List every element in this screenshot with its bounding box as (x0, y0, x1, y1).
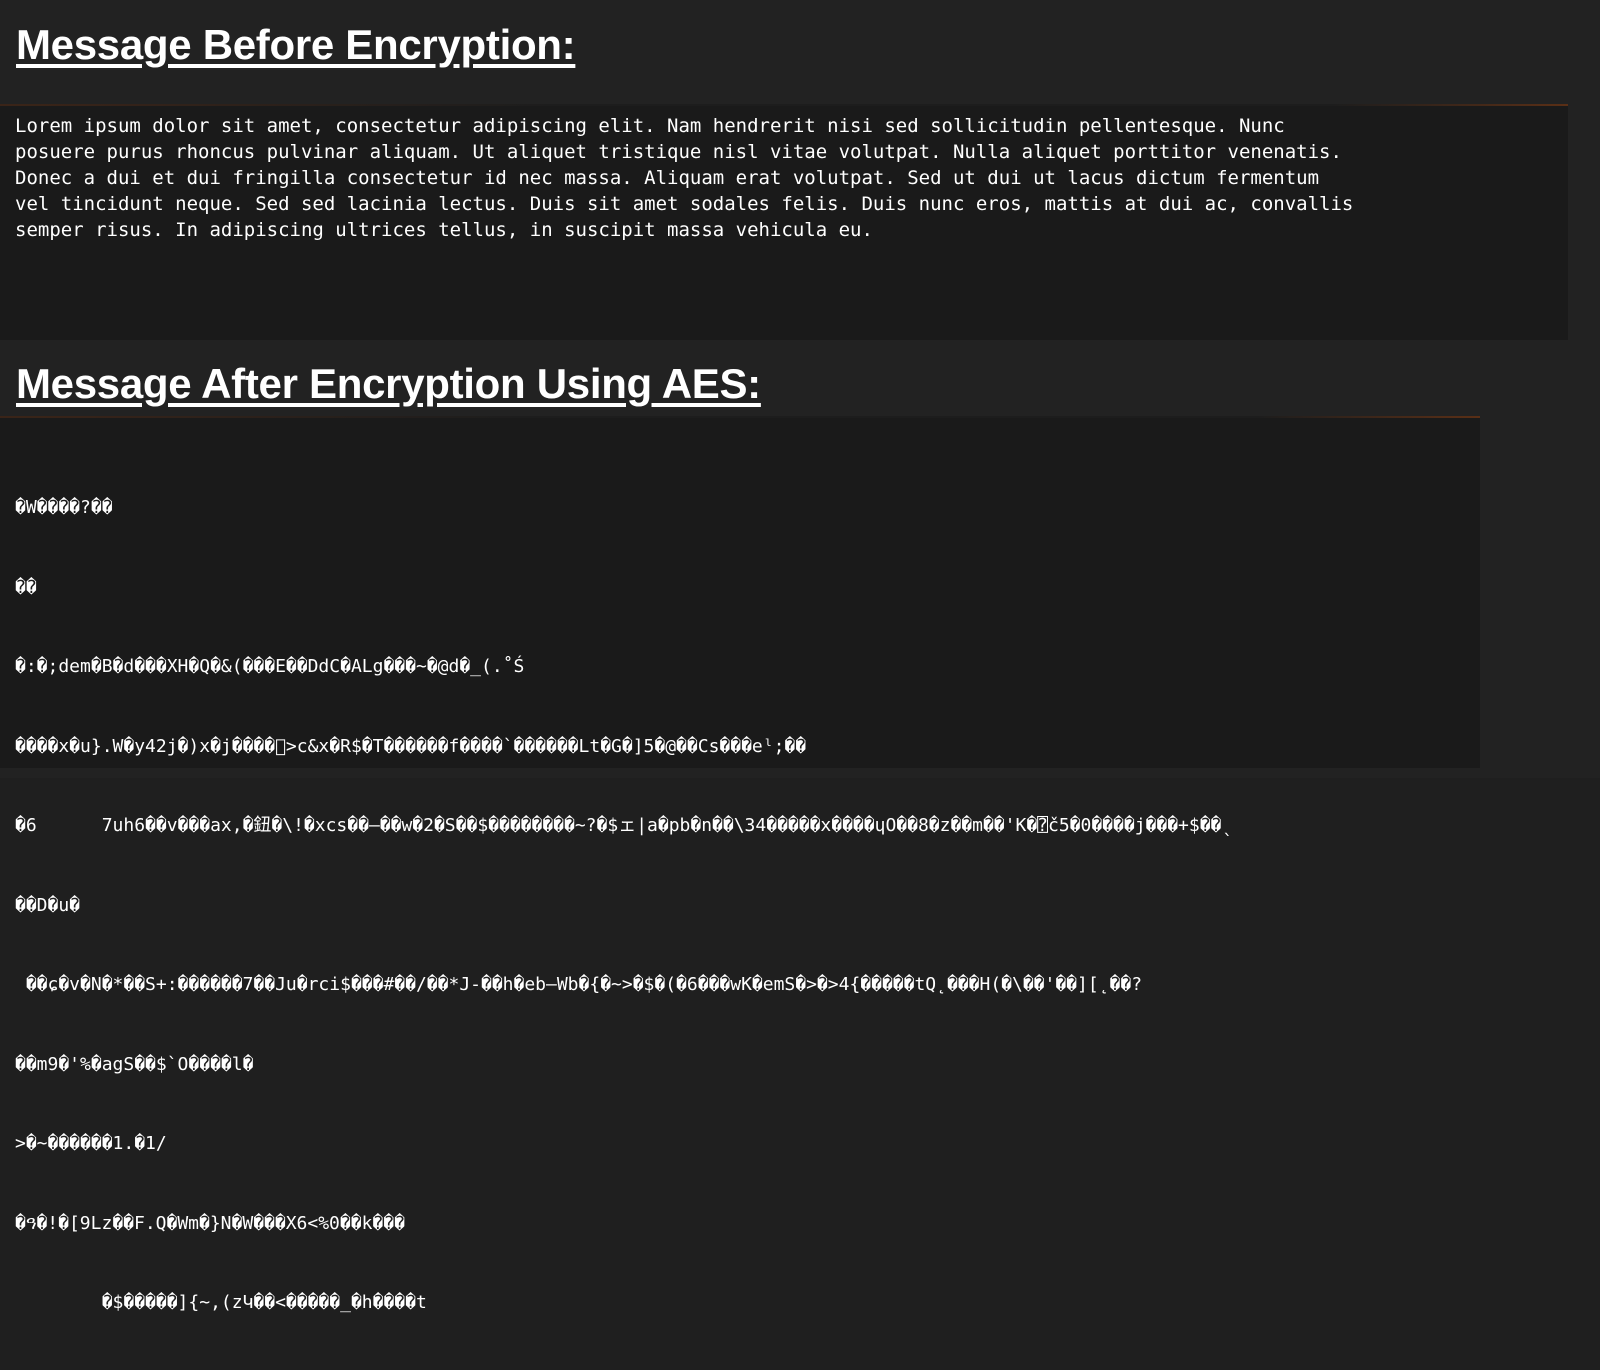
ciphertext-line: �:�;dem�B�d���XH�Q�&(���E��DdC�ALg���~�@… (15, 656, 525, 677)
heading-after-encryption: Message After Encryption Using AES: (16, 360, 761, 407)
ciphertext-line: ��ɕ�v�N�*��S+:������7��Ju�rci$���#��/��*… (15, 974, 1143, 995)
ciphertext-message: �W����?�� �� �:�;dem�B�d���XH�Q�&(���E��… (15, 442, 1465, 1370)
plaintext-line: posuere purus rhoncus pulvinar aliquam. … (15, 141, 1342, 163)
heading-before-encryption: Message Before Encryption: (16, 21, 576, 68)
ciphertext-line: ����x�u}.W�y42j�)x�j����⃞>c&x�R$�T������… (15, 735, 807, 757)
ciphertext-line: �W����?�� (15, 497, 113, 518)
ciphertext-line: ��D�u� (15, 894, 81, 916)
plaintext-line: semper risus. In adipiscing ultrices tel… (15, 219, 873, 241)
plaintext-line: vel tincidunt neque. Sed sed lacinia lec… (15, 193, 1354, 215)
ciphertext-line: �� (15, 576, 37, 598)
plaintext-message: Lorem ipsum dolor sit amet, consectetur … (15, 113, 1555, 243)
screenshot-page: Message Before Encryption: Lorem ipsum d… (0, 0, 1600, 1313)
plaintext-output-panel: Lorem ipsum dolor sit amet, consectetur … (0, 104, 1568, 340)
ciphertext-line: �6 7uh6��v���ax,�鈕�\!�xcs��—��w�2�S��$��… (15, 815, 1233, 836)
ciphertext-line: ��m9�'%�agS��$`O����l� (15, 1053, 254, 1075)
ciphertext-line: �$�����]{~,(zԿ��<�����_�h����t (15, 1292, 427, 1313)
ciphertext-output-panel: �W����?�� �� �:�;dem�B�d���XH�Q�&(���E��… (0, 416, 1480, 1313)
plaintext-line: Donec a dui et dui fringilla consectetur… (15, 167, 1320, 189)
ciphertext-line: �ዓ�!�[9Lz��F.Q�Wm�}N�W���X6<%0��k��� (15, 1212, 405, 1234)
ciphertext-line: >�~������1.�1/ (15, 1133, 167, 1154)
plaintext-line: Lorem ipsum dolor sit amet, consectetur … (15, 115, 1285, 137)
